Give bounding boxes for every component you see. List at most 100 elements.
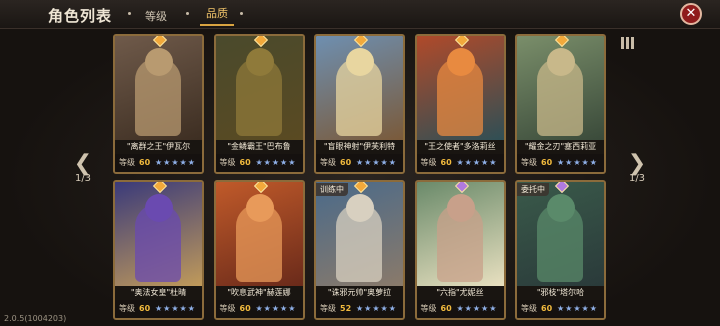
- character-portrait: [517, 36, 604, 140]
- star-rating: ★★★★★: [557, 158, 598, 167]
- character-name: "耀金之刃"塞西莉亚: [517, 140, 604, 154]
- page-title: 角色列表: [48, 7, 113, 25]
- character-head: [547, 194, 575, 222]
- level-label: 等级: [420, 304, 437, 313]
- character-name: "王之使者"多洛莉丝: [416, 140, 504, 154]
- character-name: "离群之王"伊瓦尔: [115, 140, 202, 154]
- level-value: 60: [139, 304, 151, 313]
- tab-quality[interactable]: 品质: [200, 4, 234, 26]
- character-stats: 等级 60 ★★★★★: [416, 300, 504, 318]
- level-value: 60: [239, 304, 251, 313]
- level-label: 等级: [219, 304, 236, 313]
- character-portrait: [115, 36, 202, 140]
- star-rating: ★★★★★: [557, 304, 598, 313]
- character-portrait: [416, 36, 504, 140]
- star-rating: ★★★★★: [456, 158, 498, 167]
- character-stats: 等级 60 ★★★★★: [517, 300, 604, 318]
- character-card[interactable]: "耀金之刃"塞西莉亚 等级 60 ★★★★★: [515, 34, 606, 174]
- arrow-right-icon: ❯: [627, 151, 647, 176]
- character-card[interactable]: "王之使者"多洛莉丝 等级 60 ★★★★★: [414, 34, 506, 174]
- status-badge: 训练中: [316, 183, 348, 196]
- page-indicator-left: 1/3: [74, 173, 92, 184]
- character-name: "诛邪元帅"奥萝拉: [316, 286, 403, 300]
- character-card[interactable]: "盲眼神射"伊芙利特 等级 60 ★★★★★: [314, 34, 405, 174]
- character-portrait: [316, 182, 403, 286]
- character-name: "奥法女皇"杜晴: [115, 286, 202, 300]
- character-name: "六指"尤妮丝: [416, 286, 504, 300]
- level-value: 60: [541, 304, 553, 313]
- character-head: [346, 194, 374, 222]
- star-rating: ★★★★★: [155, 304, 196, 313]
- level-label: 等级: [119, 304, 135, 313]
- level-label: 等级: [521, 158, 537, 167]
- character-stats: 等级 60 ★★★★★: [215, 154, 303, 172]
- level-label: 等级: [521, 304, 537, 313]
- version-label: 2.0.5(1004203): [4, 314, 67, 323]
- arrow-left-icon: ❮: [73, 151, 93, 176]
- character-card[interactable]: 委托中 "邪枝"塔尔哈 等级 60 ★★★★★: [515, 180, 606, 320]
- level-label: 等级: [420, 158, 437, 167]
- star-rating: ★★★★★: [356, 158, 397, 167]
- top-bar: 角色列表 等级 品质 ✕: [0, 0, 720, 29]
- character-head: [446, 48, 475, 76]
- character-card[interactable]: "离群之王"伊瓦尔 等级 60 ★★★★★: [113, 34, 204, 174]
- status-badge: 委托中: [517, 183, 549, 196]
- character-portrait: [517, 182, 604, 286]
- character-name: "邪枝"塔尔哈: [517, 286, 604, 300]
- character-head: [245, 194, 274, 222]
- character-portrait: [115, 182, 202, 286]
- close-icon: ✕: [685, 6, 697, 21]
- level-label: 等级: [320, 158, 336, 167]
- level-label: 等级: [320, 304, 336, 313]
- character-stats: 等级 60 ★★★★★: [115, 300, 202, 318]
- character-head: [346, 48, 374, 76]
- filter-icon[interactable]: [621, 37, 637, 51]
- character-head: [145, 194, 173, 222]
- character-stats: 等级 60 ★★★★★: [517, 154, 604, 172]
- character-head: [245, 48, 274, 76]
- character-portrait: [215, 182, 303, 286]
- level-value: 60: [340, 158, 352, 167]
- star-rating: ★★★★★: [255, 304, 297, 313]
- character-stats: 等级 52 ★★★★★: [316, 300, 403, 318]
- character-card[interactable]: "奥法女皇"杜晴 等级 60 ★★★★★: [113, 180, 204, 320]
- star-rating: ★★★★★: [456, 304, 498, 313]
- star-rating: ★★★★★: [155, 158, 196, 167]
- level-value: 60: [440, 158, 452, 167]
- close-button[interactable]: ✕: [680, 3, 702, 25]
- character-name: "盲眼神射"伊芙利特: [316, 140, 403, 154]
- character-card[interactable]: 训练中 "诛邪元帅"奥萝拉 等级 52 ★★★★★: [314, 180, 405, 320]
- star-rating: ★★★★★: [356, 304, 397, 313]
- level-value: 60: [541, 158, 553, 167]
- star-rating: ★★★★★: [255, 158, 297, 167]
- character-head: [446, 194, 475, 222]
- character-head: [145, 48, 173, 76]
- character-name: "吹息武神"赫莲娜: [215, 286, 303, 300]
- character-stats: 等级 60 ★★★★★: [115, 154, 202, 172]
- level-value: 60: [139, 158, 151, 167]
- tab-separator-dot: [186, 12, 189, 15]
- level-value: 60: [239, 158, 251, 167]
- character-stats: 等级 60 ★★★★★: [215, 300, 303, 318]
- page-indicator-right: 1/3: [628, 173, 646, 184]
- character-head: [547, 48, 575, 76]
- character-portrait: [416, 182, 504, 286]
- tab-level[interactable]: 等级: [145, 8, 167, 24]
- level-value: 52: [340, 304, 352, 313]
- level-label: 等级: [119, 158, 135, 167]
- next-page-button[interactable]: ❯ 1/3: [622, 151, 652, 185]
- character-card[interactable]: "吹息武神"赫莲娜 等级 60 ★★★★★: [213, 180, 305, 320]
- tab-separator-dot: [240, 12, 243, 15]
- character-stats: 等级 60 ★★★★★: [416, 154, 504, 172]
- level-value: 60: [440, 304, 452, 313]
- character-stats: 等级 60 ★★★★★: [316, 154, 403, 172]
- character-grid: "离群之王"伊瓦尔 等级 60 ★★★★★ "金鳞霸王"巴布鲁 等级 60 ★★…: [113, 34, 606, 320]
- level-label: 等级: [219, 158, 236, 167]
- tab-separator-dot: [128, 12, 131, 15]
- character-portrait: [215, 36, 303, 140]
- character-portrait: [316, 36, 403, 140]
- character-name: "金鳞霸王"巴布鲁: [215, 140, 303, 154]
- prev-page-button[interactable]: ❮ 1/3: [68, 151, 98, 185]
- character-card[interactable]: "六指"尤妮丝 等级 60 ★★★★★: [414, 180, 506, 320]
- character-card[interactable]: "金鳞霸王"巴布鲁 等级 60 ★★★★★: [213, 34, 305, 174]
